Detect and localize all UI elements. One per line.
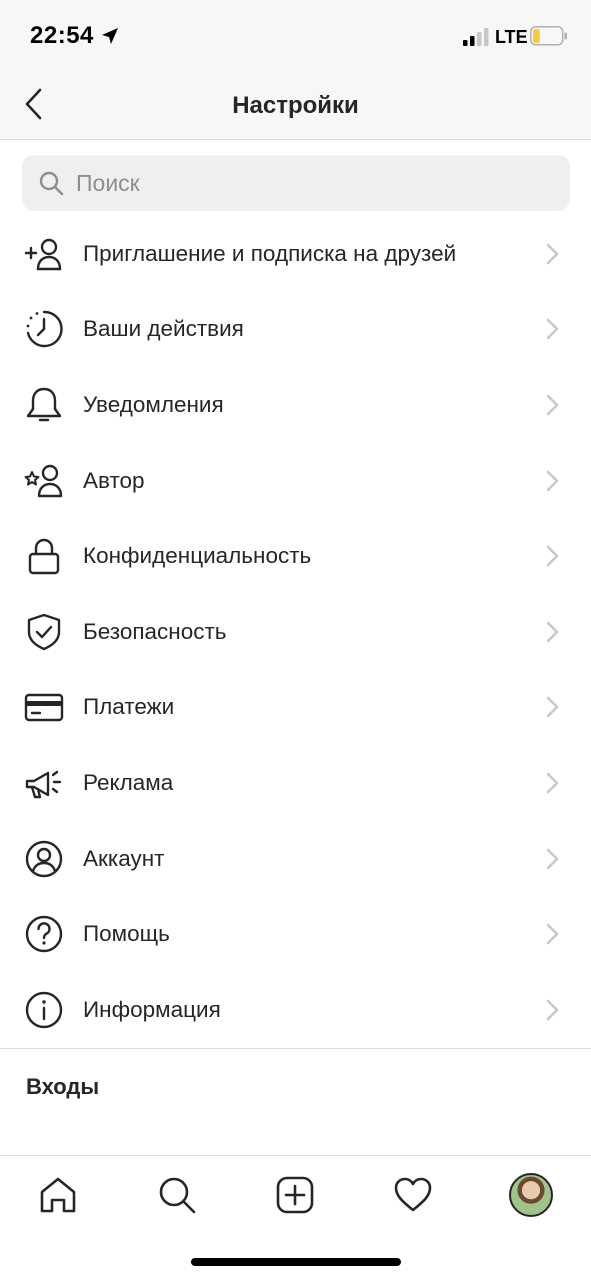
settings-menu: Приглашение и подписка на друзей Ваши де…	[0, 216, 591, 1048]
menu-item-label: Безопасность	[83, 618, 227, 644]
menu-item-creator[interactable]: Автор	[0, 443, 591, 519]
tab-search[interactable]	[152, 1170, 202, 1220]
page-title: Настройки	[232, 92, 359, 119]
status-time: 22:54	[30, 22, 94, 49]
menu-item-ads[interactable]: Реклама	[0, 745, 591, 821]
lock-icon	[24, 536, 64, 576]
tab-profile[interactable]	[506, 1170, 556, 1220]
menu-item-label: Автор	[83, 467, 145, 493]
menu-item-label: Помощь	[83, 921, 170, 947]
chevron-right-icon	[546, 772, 559, 794]
menu-item-account[interactable]: Аккаунт	[0, 821, 591, 897]
chevron-right-icon	[546, 923, 559, 945]
settings-screen: 22:54 LTE Настройки Поиск Приглашение и …	[0, 0, 591, 1280]
profile-avatar	[509, 1173, 553, 1217]
add-person-icon	[24, 234, 64, 274]
account-circle-icon	[24, 839, 64, 879]
activity-clock-icon	[24, 309, 64, 349]
bell-icon	[24, 385, 64, 425]
signal-icon	[463, 28, 489, 46]
menu-item-your-activity[interactable]: Ваши действия	[0, 292, 591, 368]
chevron-right-icon	[546, 999, 559, 1020]
search-box[interactable]	[22, 155, 570, 211]
menu-item-privacy[interactable]: Конфиденциальность	[0, 518, 591, 594]
chevron-right-icon	[546, 394, 559, 416]
chevron-right-icon	[546, 848, 559, 869]
home-indicator	[191, 1258, 401, 1266]
help-circle-icon	[24, 914, 64, 954]
tab-activity[interactable]	[388, 1170, 438, 1220]
chevron-right-icon	[546, 243, 559, 264]
section-divider	[0, 1048, 591, 1049]
shield-check-icon	[24, 612, 64, 652]
nav-bar: Настройки	[0, 72, 591, 140]
menu-item-security[interactable]: Безопасность	[0, 594, 591, 670]
tab-new-post[interactable]	[270, 1170, 320, 1220]
search-input[interactable]	[76, 169, 516, 197]
chevron-right-icon	[546, 319, 559, 340]
megaphone-icon	[24, 763, 64, 803]
menu-item-notifications[interactable]: Уведомления	[0, 367, 591, 443]
location-arrow-icon	[102, 28, 118, 44]
creator-star-person-icon	[24, 461, 64, 501]
info-circle-icon	[24, 990, 64, 1030]
menu-item-label: Приглашение и подписка на друзей	[83, 240, 457, 266]
section-title-logins: Входы	[26, 1074, 100, 1099]
home-icon	[40, 1177, 76, 1213]
credit-card-icon	[24, 687, 64, 727]
menu-item-label: Платежи	[83, 694, 175, 720]
battery-icon	[530, 26, 567, 46]
chevron-right-icon	[546, 470, 559, 491]
menu-item-label: Информация	[83, 996, 221, 1022]
menu-item-invite-friends[interactable]: Приглашение и подписка на друзей	[0, 216, 591, 292]
menu-item-label: Конфиденциальность	[83, 543, 312, 569]
new-post-icon	[276, 1176, 314, 1214]
heart-icon	[394, 1177, 432, 1212]
menu-item-help[interactable]: Помощь	[0, 896, 591, 972]
menu-item-payments[interactable]: Платежи	[0, 670, 591, 746]
menu-item-label: Реклама	[83, 769, 174, 795]
tab-home[interactable]	[33, 1170, 83, 1220]
search-icon	[39, 171, 64, 196]
menu-item-about[interactable]: Информация	[0, 972, 591, 1048]
menu-item-label: Ваши действия	[83, 316, 244, 342]
network-label: LTE	[495, 27, 528, 47]
chevron-right-icon	[546, 545, 559, 567]
menu-item-label: Аккаунт	[83, 845, 165, 871]
menu-item-label: Уведомления	[83, 391, 224, 417]
status-bar: 22:54 LTE	[0, 0, 591, 72]
search-icon	[159, 1177, 196, 1214]
chevron-right-icon	[546, 697, 559, 718]
chevron-right-icon	[546, 621, 559, 642]
